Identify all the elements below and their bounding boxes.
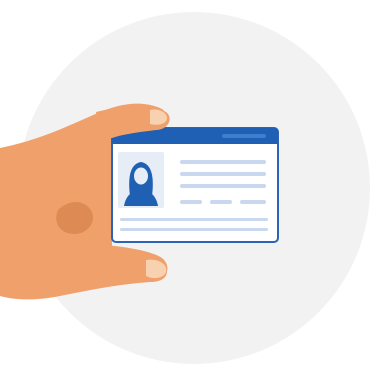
card-line-4c (240, 200, 266, 204)
card-line-3 (180, 184, 266, 188)
card-header-dash (222, 134, 266, 138)
card-line-4a (180, 200, 202, 204)
avatar-face (134, 167, 148, 185)
id-card-icon (111, 127, 279, 243)
card-line-1 (180, 160, 266, 164)
card-line-4b (210, 200, 232, 204)
id-card-illustration (0, 0, 372, 369)
card-line-5 (120, 218, 268, 221)
card-line-6 (120, 228, 268, 231)
card-line-2 (180, 172, 266, 176)
illustration-svg (0, 12, 370, 364)
